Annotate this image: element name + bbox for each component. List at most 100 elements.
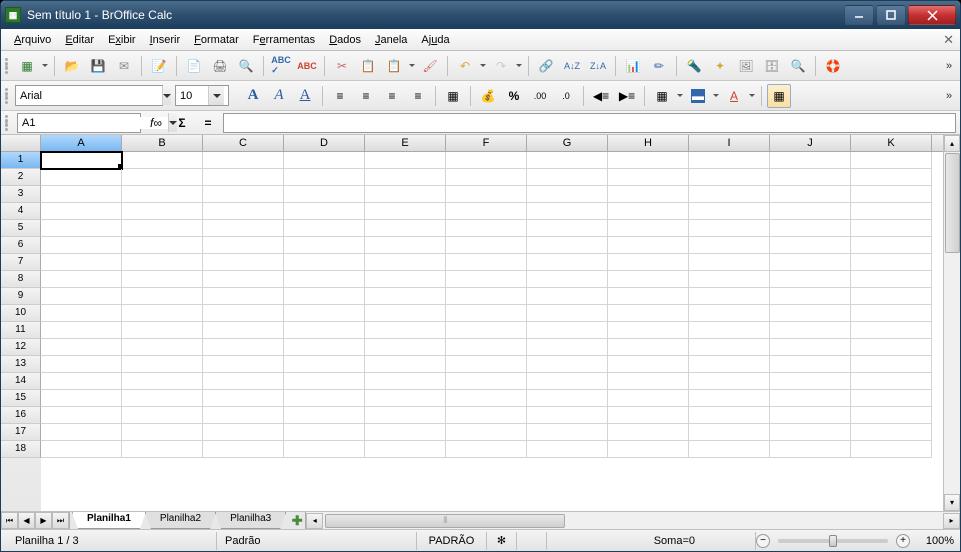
hscroll-thumb[interactable]: ⦀ (325, 514, 565, 528)
cell-I4[interactable] (689, 203, 770, 220)
toolbar-grip[interactable] (5, 56, 11, 76)
cell-G7[interactable] (527, 254, 608, 271)
cell-J12[interactable] (770, 339, 851, 356)
cell-I3[interactable] (689, 186, 770, 203)
cell-J14[interactable] (770, 373, 851, 390)
vertical-scrollbar[interactable]: ▴ ▾ (943, 135, 960, 511)
cell-H13[interactable] (608, 356, 689, 373)
column-header-A[interactable]: A (41, 135, 122, 151)
cell-B9[interactable] (122, 288, 203, 305)
font-size-dropdown[interactable] (208, 86, 224, 105)
close-button[interactable] (908, 5, 956, 25)
cell-I17[interactable] (689, 424, 770, 441)
new-doc-dropdown[interactable] (41, 61, 49, 70)
row-header-7[interactable]: 7 (1, 254, 41, 271)
cell-D7[interactable] (284, 254, 365, 271)
cell-G6[interactable] (527, 237, 608, 254)
cell-G17[interactable] (527, 424, 608, 441)
row-header-17[interactable]: 17 (1, 424, 41, 441)
cell-K17[interactable] (851, 424, 932, 441)
cell-H9[interactable] (608, 288, 689, 305)
cell-B7[interactable] (122, 254, 203, 271)
cell-D11[interactable] (284, 322, 365, 339)
cell-H14[interactable] (608, 373, 689, 390)
cell-E5[interactable] (365, 220, 446, 237)
menu-janela[interactable]: Janela (368, 32, 414, 48)
scroll-up-button[interactable]: ▴ (944, 135, 960, 152)
select-all-corner[interactable] (1, 135, 41, 152)
email-button[interactable]: ✉ (112, 54, 136, 78)
cell-A4[interactable] (41, 203, 122, 220)
cell-E8[interactable] (365, 271, 446, 288)
cell-K11[interactable] (851, 322, 932, 339)
toolbar-overflow[interactable]: » (942, 84, 956, 108)
find-button[interactable]: 🔦 (682, 54, 706, 78)
cell-D12[interactable] (284, 339, 365, 356)
cell-C1[interactable] (203, 152, 284, 169)
tab-prev-button[interactable]: ◀ (18, 512, 35, 529)
cell-A11[interactable] (41, 322, 122, 339)
cell-G18[interactable] (527, 441, 608, 458)
scroll-left-button[interactable]: ◂ (306, 513, 323, 529)
add-decimal-button[interactable]: .00 (528, 84, 552, 108)
row-header-16[interactable]: 16 (1, 407, 41, 424)
cell-D1[interactable] (284, 152, 365, 169)
cell-E2[interactable] (365, 169, 446, 186)
cut-button[interactable]: ✂ (330, 54, 354, 78)
cell-J4[interactable] (770, 203, 851, 220)
cell-G13[interactable] (527, 356, 608, 373)
formula-input[interactable] (223, 113, 956, 133)
tab-first-button[interactable]: ⏮ (1, 512, 18, 529)
cell-G11[interactable] (527, 322, 608, 339)
bgcolor-button[interactable]: ▬ (686, 84, 710, 108)
cell-A16[interactable] (41, 407, 122, 424)
menu-ajuda[interactable]: Ajuda (414, 32, 456, 48)
redo-button[interactable]: ↷ (489, 54, 513, 78)
align-center-button[interactable]: ≡ (354, 84, 378, 108)
function-button[interactable]: = (197, 113, 219, 133)
cell-A15[interactable] (41, 390, 122, 407)
cell-E4[interactable] (365, 203, 446, 220)
cell-I7[interactable] (689, 254, 770, 271)
cell-B8[interactable] (122, 271, 203, 288)
row-header-18[interactable]: 18 (1, 441, 41, 458)
cell-F9[interactable] (446, 288, 527, 305)
fontcolor-button[interactable]: A (722, 84, 746, 108)
cell-I18[interactable] (689, 441, 770, 458)
cell-K14[interactable] (851, 373, 932, 390)
minimize-button[interactable] (844, 5, 874, 25)
cell-A1[interactable] (41, 152, 122, 169)
cell-E13[interactable] (365, 356, 446, 373)
column-header-H[interactable]: H (608, 135, 689, 151)
cell-K1[interactable] (851, 152, 932, 169)
cell-H1[interactable] (608, 152, 689, 169)
row-header-6[interactable]: 6 (1, 237, 41, 254)
column-header-G[interactable]: G (527, 135, 608, 151)
cell-E18[interactable] (365, 441, 446, 458)
show-draw-button[interactable]: ✏ (647, 54, 671, 78)
cell-B13[interactable] (122, 356, 203, 373)
menu-exibir[interactable]: Exibir (101, 32, 143, 48)
cell-I1[interactable] (689, 152, 770, 169)
cell-H11[interactable] (608, 322, 689, 339)
row-header-14[interactable]: 14 (1, 373, 41, 390)
cell-C17[interactable] (203, 424, 284, 441)
cell-C14[interactable] (203, 373, 284, 390)
open-button[interactable]: 📂 (60, 54, 84, 78)
cell-F14[interactable] (446, 373, 527, 390)
underline-button[interactable]: A (293, 84, 317, 108)
remove-decimal-button[interactable]: .0 (554, 84, 578, 108)
cell-G16[interactable] (527, 407, 608, 424)
row-header-11[interactable]: 11 (1, 322, 41, 339)
cell-G3[interactable] (527, 186, 608, 203)
cell-C15[interactable] (203, 390, 284, 407)
zoom-in-button[interactable]: + (896, 534, 910, 548)
zoom-button[interactable]: 🔍 (786, 54, 810, 78)
column-header-K[interactable]: K (851, 135, 932, 151)
sheet-tab-3[interactable]: Planilha3 (215, 512, 286, 529)
menu-editar[interactable]: Editar (58, 32, 101, 48)
cell-J10[interactable] (770, 305, 851, 322)
row-header-3[interactable]: 3 (1, 186, 41, 203)
cell-D2[interactable] (284, 169, 365, 186)
cell-G12[interactable] (527, 339, 608, 356)
